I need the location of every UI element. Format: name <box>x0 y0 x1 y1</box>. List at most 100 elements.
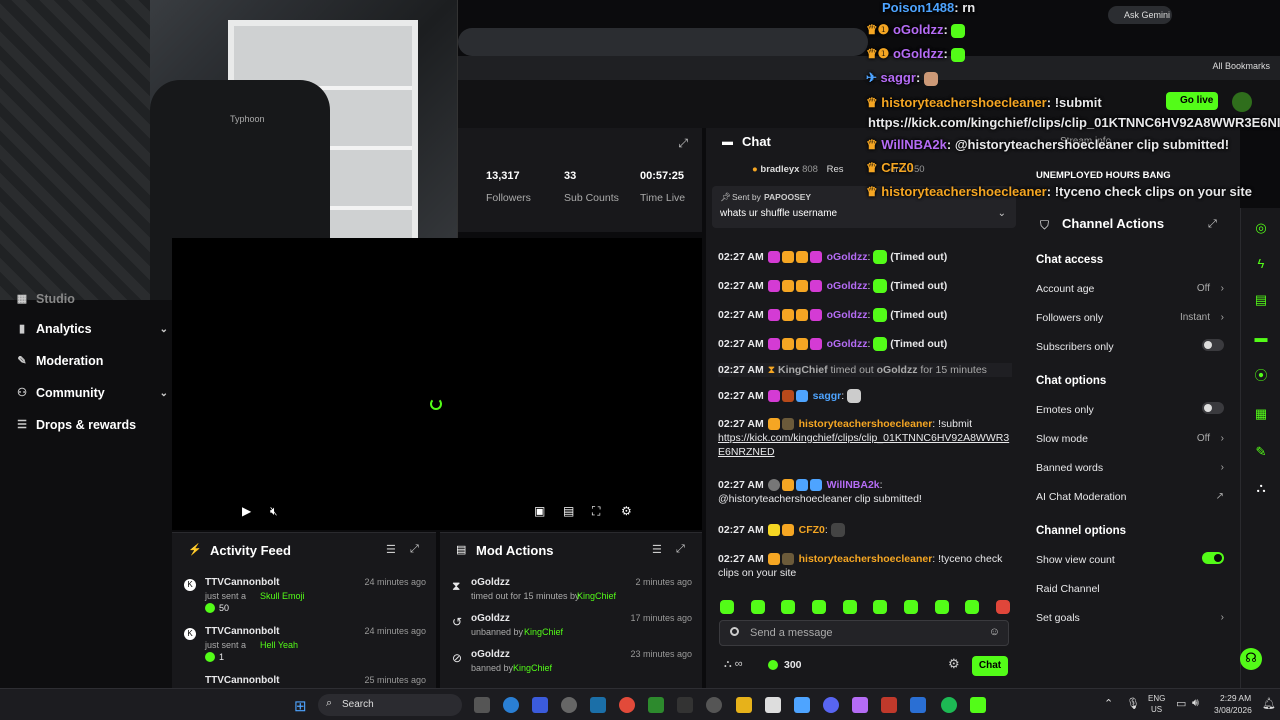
users-icon[interactable]: ⛬ <box>1251 478 1271 498</box>
ai-moderation-row[interactable]: AI Chat Moderation ↗ <box>1036 491 1224 503</box>
lightning-icon[interactable]: ϟ <box>1251 254 1271 274</box>
emotes-only-toggle[interactable] <box>1202 402 1224 414</box>
fullscreen-icon[interactable]: ⛶ <box>592 504 600 519</box>
mic-icon[interactable]: 🎙︎ <box>1126 697 1140 710</box>
emote[interactable] <box>995 600 1010 614</box>
app-icon[interactable] <box>852 697 868 713</box>
chat-message: 02:27 AM WillNBA2k: @historyteachershoecl… <box>718 479 922 505</box>
stats-panel: ⤢ 13,317 Followers 33 Sub Counts 00:57:25 T… <box>458 128 702 232</box>
chat-message: 02:27 AM historyteachershoecleaner: !tyc… <box>718 553 1003 579</box>
kick-icon[interactable] <box>970 697 986 713</box>
emotes-only-row[interactable]: Emotes only <box>1036 402 1224 416</box>
store-icon[interactable] <box>765 697 781 713</box>
target-icon[interactable]: ◎ <box>1251 218 1271 238</box>
mute-icon[interactable]: 🔇︎ <box>270 504 278 519</box>
hourglass-icon: ⧗ <box>452 579 461 593</box>
sidebar-item-community[interactable]: ⚇ Community ⌄ <box>16 386 168 400</box>
app-icon[interactable] <box>561 697 577 713</box>
show-view-count-row[interactable]: Show view count <box>1036 552 1224 566</box>
help-icon[interactable]: ☊ <box>1240 648 1262 670</box>
taskbar-search[interactable]: ⌕ Search <box>318 694 462 716</box>
emote[interactable] <box>811 600 826 614</box>
raid-channel-row[interactable]: Raid Channel <box>1036 583 1224 595</box>
feed-item: TTVCannonbolt 25 minutes ago <box>205 675 426 686</box>
emote[interactable] <box>965 600 980 614</box>
clip-link[interactable]: https://kick.com/kingchief/clips/clip_01… <box>718 432 1009 458</box>
subscribers-only-row[interactable]: Subscribers only <box>1036 339 1224 353</box>
emote[interactable] <box>720 600 734 614</box>
app-icon[interactable] <box>532 697 548 713</box>
sidebar-item-moderation[interactable]: ✎ Moderation <box>16 354 103 368</box>
xbox-icon[interactable] <box>648 697 664 713</box>
users-icon[interactable]: ⛬ ∞ <box>724 658 743 671</box>
filter-icon[interactable]: ☰ <box>386 543 396 556</box>
popout-icon[interactable]: ⤢ <box>678 136 688 151</box>
chevron-down-icon[interactable]: ⌄ <box>998 208 1006 219</box>
chat-message: 02:27 AM oGoldzz: (Timed out) <box>718 279 948 294</box>
subscribers-only-toggle[interactable] <box>1202 339 1224 351</box>
popout-icon[interactable]: ⤢ <box>676 543 685 556</box>
sidebar-item-studio[interactable]: ▦ Studio <box>16 292 75 306</box>
account-age-row[interactable]: Account age Off › <box>1036 283 1224 295</box>
slow-mode-row[interactable]: Slow mode Off › <box>1036 433 1224 445</box>
app-icon[interactable] <box>910 697 926 713</box>
notification-icon[interactable]: 🔔︎ <box>1262 697 1276 710</box>
settings-icon[interactable] <box>706 697 722 713</box>
emote[interactable] <box>842 600 857 614</box>
sidebar-item-drops[interactable]: ☰ Drops & rewards <box>16 418 136 432</box>
network-icon[interactable]: ▭ <box>1176 697 1186 710</box>
banned-words-row[interactable]: Banned words › <box>1036 462 1224 474</box>
settings-icon[interactable]: ⚙ <box>948 656 960 672</box>
activity-feed-title: Activity Feed <box>210 543 291 558</box>
app-icon[interactable] <box>881 697 897 713</box>
archive-icon[interactable]: ▦ <box>1251 404 1271 424</box>
volume-icon[interactable]: 🔊︎ <box>1192 697 1199 710</box>
sidebar-item-analytics[interactable]: ▮ Analytics ⌄ <box>16 322 168 336</box>
spotify-icon[interactable] <box>941 697 957 713</box>
chat-bubble-icon[interactable]: ▬ <box>1251 328 1271 348</box>
set-goals-row[interactable]: Set goals › <box>1036 612 1224 624</box>
emote[interactable] <box>934 600 949 614</box>
popout-icon[interactable]: ⤢ <box>1208 218 1217 231</box>
app-icon[interactable] <box>677 697 693 713</box>
broadcast-icon[interactable]: ⦿ <box>1251 366 1271 386</box>
windows-start-icon[interactable]: ⊞ <box>294 697 307 715</box>
filter-icon[interactable]: ☰ <box>652 543 662 556</box>
address-bar[interactable] <box>458 28 868 56</box>
chevron-up-icon[interactable]: ⌃ <box>1104 697 1113 710</box>
play-icon[interactable]: ▶ <box>242 504 251 518</box>
show-view-count-toggle[interactable] <box>1202 552 1224 564</box>
folder-icon[interactable] <box>736 697 752 713</box>
overlay-line: ♛ historyteachershoecleaner: !submit <box>866 95 1102 110</box>
emote[interactable] <box>750 600 765 614</box>
section-channel-options: Channel options <box>1036 525 1127 537</box>
wrench-icon[interactable]: ✎ <box>1251 442 1271 462</box>
settings-icon[interactable]: ⚙ <box>621 504 632 518</box>
activity-feed-panel: ⚡ Activity Feed ☰ ⤢ K TTVCannonbolt 24 m… <box>172 532 436 688</box>
emote[interactable] <box>781 600 796 614</box>
popout-icon[interactable]: ⤢ <box>410 543 419 556</box>
overlay-line: ♛ WillNBA2k: @historyteachershoecleaner … <box>866 137 1230 152</box>
emote[interactable] <box>873 600 888 614</box>
emote <box>873 308 888 323</box>
chat-message: 02:27 AM historyteachershoecleaner: !sub… <box>718 418 1010 458</box>
emote <box>847 389 862 404</box>
video-player[interactable]: ▶ 🔇︎ ▣ ▤ ⛶ ⚙ <box>172 238 702 530</box>
theater-icon[interactable]: ▤ <box>563 504 574 518</box>
discord-icon[interactable] <box>823 697 839 713</box>
clipboard-icon[interactable]: ▤ <box>1251 290 1271 310</box>
emote <box>873 279 888 294</box>
steam-icon[interactable] <box>590 697 606 713</box>
pin-icon: 📌︎ <box>720 192 731 202</box>
edge-icon[interactable] <box>503 697 519 713</box>
emote[interactable] <box>903 600 918 614</box>
emoji-icon[interactable]: ☺ <box>989 626 1000 638</box>
clipboard-icon: ▤ <box>456 544 467 556</box>
pip-icon[interactable]: ▣ <box>534 504 545 518</box>
send-chat-button[interactable]: Chat <box>972 656 1008 676</box>
app-icon[interactable] <box>794 697 810 713</box>
chrome-icon[interactable] <box>619 697 635 713</box>
message-input[interactable]: Send a message ☺ <box>719 620 1009 646</box>
followers-only-row[interactable]: Followers only Instant › <box>1036 312 1224 324</box>
app-icon[interactable] <box>474 697 490 713</box>
